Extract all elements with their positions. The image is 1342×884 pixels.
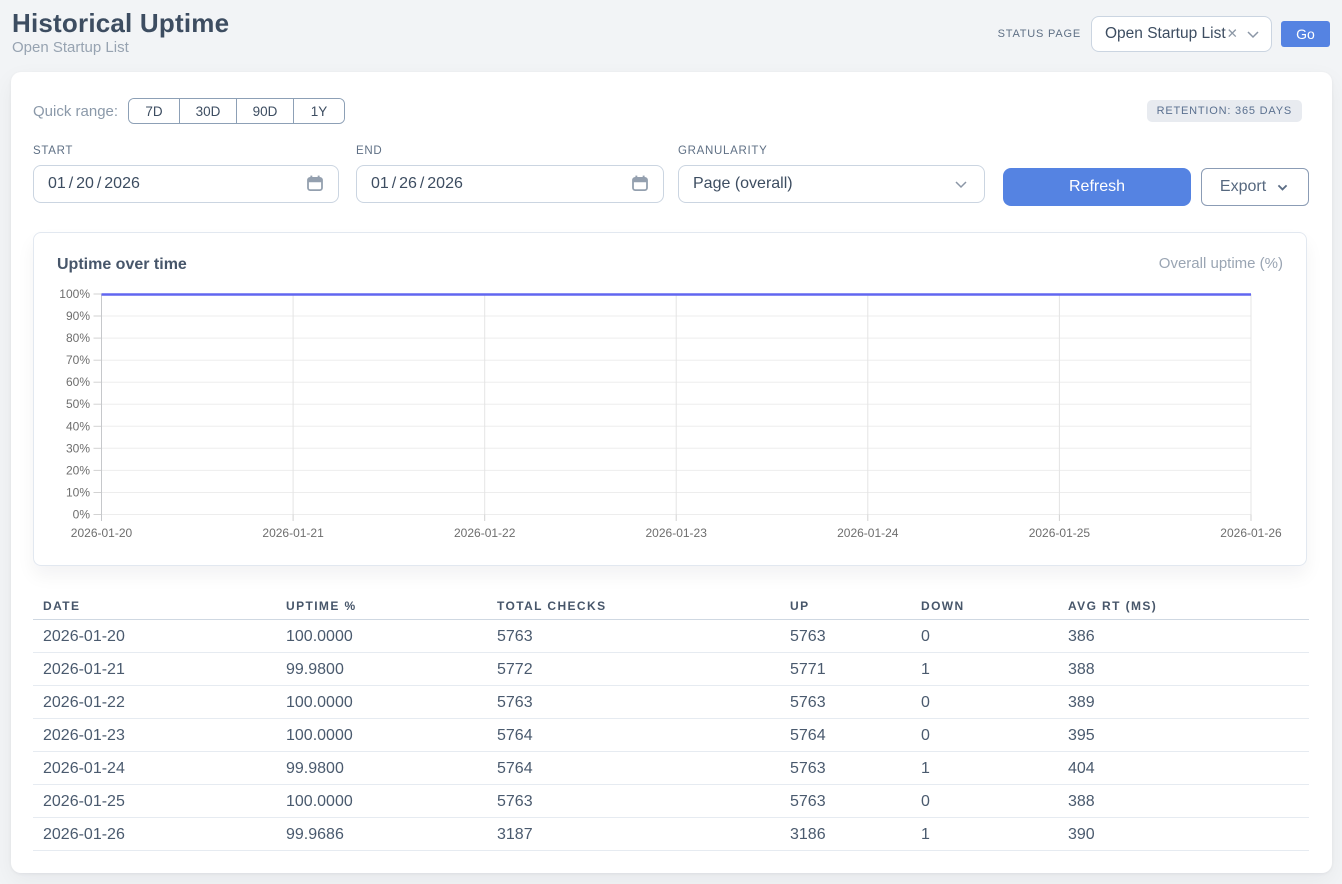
svg-text:70%: 70% [66, 353, 90, 367]
svg-text:2026-01-22: 2026-01-22 [454, 526, 516, 540]
svg-text:2026-01-25: 2026-01-25 [1029, 526, 1091, 540]
svg-text:2026-01-21: 2026-01-21 [262, 526, 324, 540]
svg-text:40%: 40% [66, 419, 90, 433]
svg-text:2026-01-24: 2026-01-24 [837, 526, 899, 540]
svg-text:2026-01-23: 2026-01-23 [646, 526, 708, 540]
svg-text:30%: 30% [66, 441, 90, 455]
svg-text:20%: 20% [66, 463, 90, 477]
svg-text:90%: 90% [66, 309, 90, 323]
svg-text:2026-01-20: 2026-01-20 [71, 526, 133, 540]
svg-text:0%: 0% [73, 508, 91, 522]
svg-text:10%: 10% [66, 486, 90, 500]
svg-text:80%: 80% [66, 331, 90, 345]
svg-text:50%: 50% [66, 397, 90, 411]
svg-text:100%: 100% [59, 287, 90, 301]
svg-text:2026-01-26: 2026-01-26 [1220, 526, 1282, 540]
svg-text:60%: 60% [66, 375, 90, 389]
